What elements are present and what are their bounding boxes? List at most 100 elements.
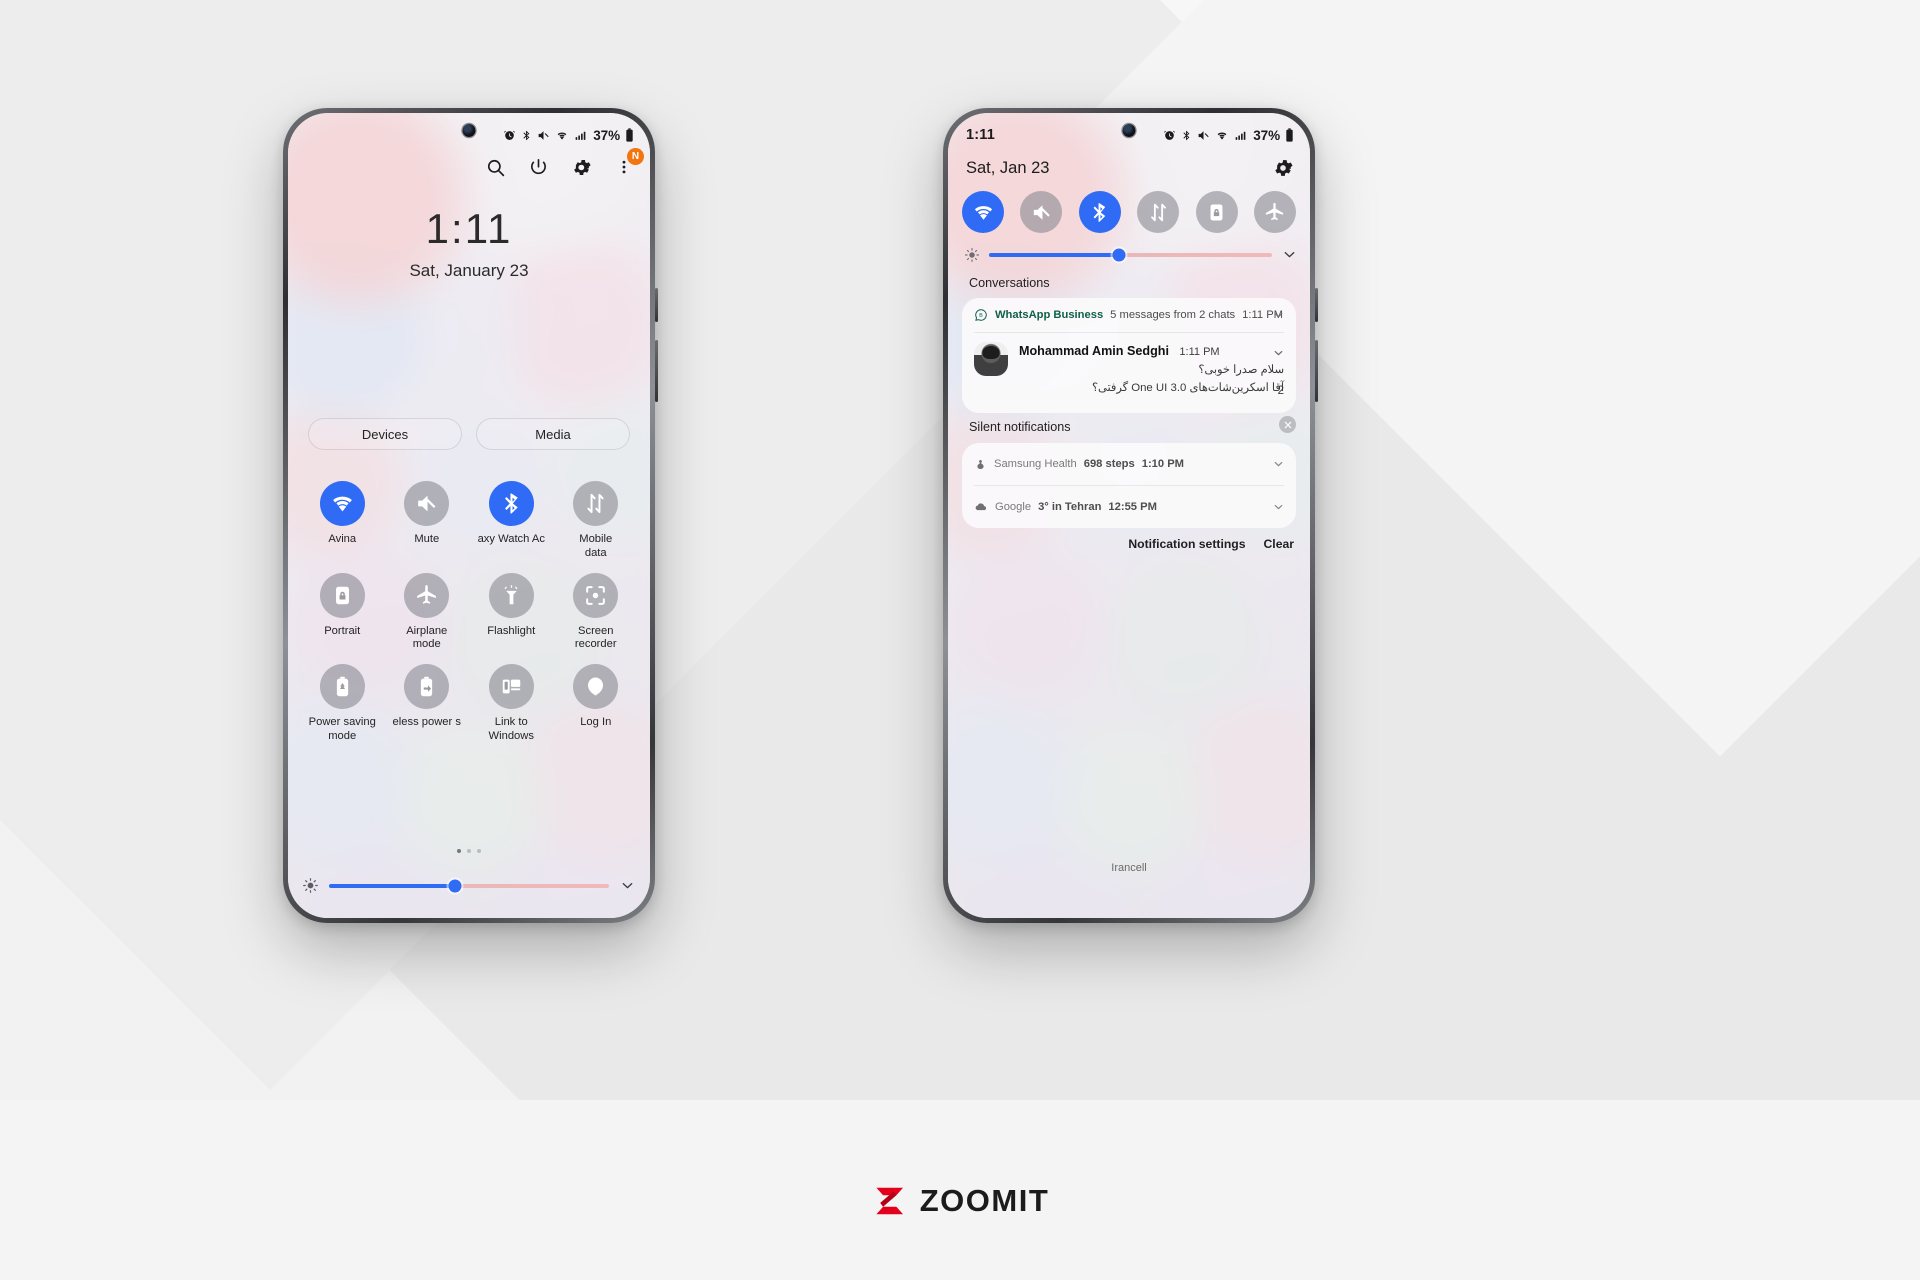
chevron-down-icon[interactable] (619, 877, 636, 894)
qs-label: eless power s (392, 716, 461, 729)
qs-label: Power saving mode (308, 716, 376, 742)
mobile-data-icon (1150, 203, 1166, 221)
page-dot[interactable] (457, 849, 461, 853)
brightness-icon (303, 878, 318, 893)
qs-toggle-log-in[interactable]: Log In (554, 664, 639, 744)
zoomit-logo: ZOOMIT (871, 1182, 1050, 1220)
qs-toggle-wifi[interactable] (962, 191, 1004, 233)
bluetooth-icon (1093, 202, 1106, 222)
devices-media-row: Devices Media (308, 418, 630, 450)
devices-button[interactable]: Devices (308, 418, 462, 450)
message-count-badge: 2 (1277, 385, 1284, 398)
qs-toggle-flashlight[interactable]: Flashlight (469, 572, 554, 653)
quick-settings-row-right (962, 191, 1296, 233)
screen-recorder-icon (573, 572, 619, 618)
clear-button[interactable]: Clear (1264, 537, 1295, 551)
chevron-down-icon[interactable] (1272, 347, 1285, 360)
chevron-down-icon[interactable] (1281, 246, 1298, 263)
power-side-button-left[interactable] (655, 288, 658, 322)
qs-label: Airplane mode (406, 624, 448, 651)
weather-cloud-icon (975, 503, 987, 511)
silent-notification-row[interactable]: Samsung Health 698 steps 1:10 PM (962, 443, 1296, 485)
search-icon[interactable] (483, 155, 507, 179)
phone-screen-left: 37% N 1:11 Sat, January 23 Devices Media… (288, 113, 650, 918)
brightness-row-left (302, 877, 636, 894)
conversation-message-row[interactable]: Mohammad Amin Sedghi 1:11 PM سلام صدرا خ… (962, 333, 1296, 406)
status-bar-clock: 1:11 (966, 127, 996, 143)
lockscreen-clock-left: 1:11 Sat, January 23 (288, 208, 650, 281)
phone-right: 1:11 37% Sat, Jan 23 Conversations B Wha… (943, 108, 1318, 923)
mute-icon (538, 130, 549, 140)
qs-toggle-bluetooth[interactable] (1078, 191, 1121, 233)
qs-toggle-mute[interactable] (1020, 191, 1063, 233)
signal-icon (1235, 131, 1246, 140)
qs-label: Avina (328, 533, 357, 545)
whatsapp-app-row[interactable]: B WhatsApp Business 5 messages from 2 ch… (962, 298, 1296, 332)
qs-toggle-wireless-powershare[interactable]: eless power s (385, 664, 470, 744)
gear-icon[interactable] (569, 155, 593, 179)
brightness-slider-left[interactable] (329, 879, 609, 892)
qs-label: Portrait (324, 624, 361, 637)
quick-panel-toolbar-left: N (483, 148, 644, 179)
silent-detail: 698 steps (1083, 458, 1135, 470)
chevron-down-icon[interactable] (1272, 309, 1285, 322)
qs-label: Log In (580, 716, 612, 729)
qs-toggle-mobile-data[interactable] (1137, 191, 1180, 233)
overflow-icon[interactable]: N (612, 148, 644, 179)
qs-toggle-airplane-mode[interactable]: Airplane mode (385, 572, 470, 653)
samsung-health-icon (977, 459, 984, 469)
brightness-row-right (964, 246, 1298, 263)
status-bar-icons-right: 37% (1163, 128, 1294, 143)
battery-icon (626, 128, 633, 142)
flashlight-icon (488, 572, 534, 618)
qs-toggle-screen-recorder[interactable]: Screen recorder (554, 572, 639, 653)
link-to-windows-icon (488, 664, 534, 710)
qs-toggle-bluetooth[interactable]: axy Watch Ac (469, 481, 554, 561)
whatsapp-business-icon: B (975, 309, 987, 321)
qs-toggle-airplane-mode[interactable] (1253, 191, 1296, 233)
brightness-slider-knob[interactable] (448, 879, 462, 892)
silent-detail: 3° in Tehran (1038, 501, 1102, 513)
chevron-down-icon[interactable] (1272, 501, 1285, 514)
mute-icon (1198, 130, 1209, 140)
volume-side-button-right[interactable] (1315, 340, 1318, 402)
panel-date: Sat, Jan 23 (966, 158, 1050, 177)
brightness-slider-right[interactable] (989, 248, 1272, 261)
bluetooth-icon (1183, 130, 1190, 140)
brightness-slider-knob[interactable] (1112, 248, 1126, 261)
silent-notification-row[interactable]: Google 3° in Tehran 12:55 PM (962, 486, 1296, 528)
qs-toggle-mute[interactable]: Mute (385, 481, 470, 561)
conversations-card: B WhatsApp Business 5 messages from 2 ch… (962, 298, 1296, 413)
app-summary: 5 messages from 2 chats (1110, 309, 1236, 321)
volume-side-button-left[interactable] (655, 340, 658, 402)
rotation-lock-icon (319, 572, 365, 618)
notification-settings-button[interactable]: Notification settings (1128, 537, 1245, 551)
close-icon[interactable] (1279, 416, 1296, 433)
alarm-icon (1164, 130, 1176, 140)
power-icon[interactable] (526, 155, 550, 179)
battery-icon (1286, 128, 1293, 142)
page-indicator-left (288, 849, 650, 853)
media-button[interactable]: Media (476, 418, 630, 450)
bluetooth-icon (523, 130, 530, 140)
bluetooth-icon (488, 481, 534, 526)
gear-icon[interactable] (1272, 157, 1294, 179)
qs-toggle-mobile-data[interactable]: Mobile data (554, 481, 639, 561)
app-name: WhatsApp Business (995, 309, 1104, 321)
qs-toggle-wifi[interactable]: Avina (300, 481, 385, 561)
qs-toggle-rotation-lock[interactable] (1195, 191, 1238, 233)
silent-time: 1:10 PM (1141, 458, 1184, 470)
qs-toggle-link-to-windows[interactable]: Link to Windows (469, 664, 554, 744)
rotation-lock-icon (1210, 203, 1223, 221)
chevron-down-icon[interactable] (1272, 458, 1285, 471)
mobile-data-icon (573, 481, 619, 526)
page-dot[interactable] (467, 849, 471, 853)
log-in-icon (573, 664, 619, 710)
qs-toggle-power-saving-mode[interactable]: Power saving mode (300, 664, 385, 744)
silent-time: 12:55 PM (1108, 501, 1157, 513)
qs-toggle-portrait[interactable]: Portrait (300, 572, 385, 653)
page-dot[interactable] (477, 849, 481, 853)
silent-notifications-card: Samsung Health 698 steps 1:10 PM Google … (962, 443, 1296, 528)
qs-label: Mute (414, 533, 440, 545)
power-side-button-right[interactable] (1315, 288, 1318, 322)
